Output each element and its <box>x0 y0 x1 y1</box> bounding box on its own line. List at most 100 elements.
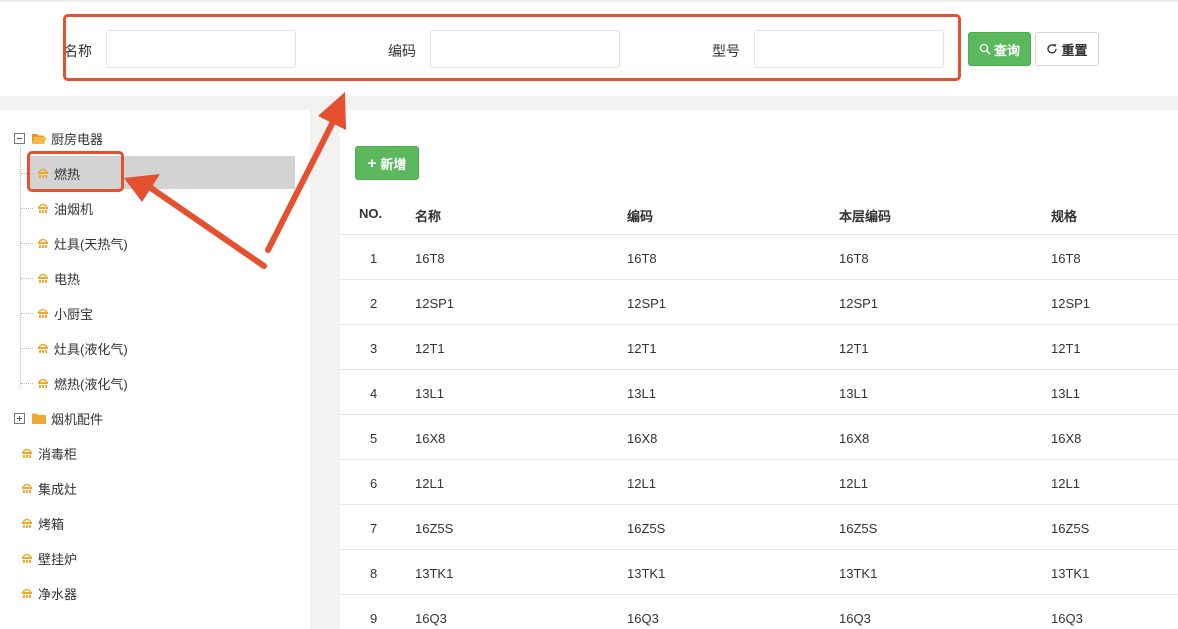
add-label: 新增 <box>380 156 407 172</box>
tree-node-child[interactable]: 油烟机 <box>36 194 93 222</box>
table-row[interactable]: 9 16Q3 16Q3 16Q3 16Q3 <box>340 595 1178 629</box>
tree-item-icon <box>36 342 50 354</box>
tree-item-icon <box>36 377 50 389</box>
cell-layer-code: 13L1 <box>839 386 868 401</box>
table-row[interactable]: 5 16X8 16X8 16X8 16X8 <box>340 415 1178 460</box>
table-row[interactable]: 7 16Z5S 16Z5S 16Z5S 16Z5S <box>340 505 1178 550</box>
tree-node-label: 电热 <box>54 271 81 287</box>
table-row[interactable]: 2 12SP1 12SP1 12SP1 12SP1 <box>340 280 1178 325</box>
cell-code: 12L1 <box>627 476 656 491</box>
cell-no: 1 <box>370 251 378 266</box>
tree-node-child[interactable]: 灶具(液化气) <box>36 334 128 362</box>
cell-spec: 16Q3 <box>1051 611 1083 626</box>
query-label: 查询 <box>993 42 1020 58</box>
tree-node-top[interactable]: 净水器 <box>20 579 77 607</box>
tree-node-child[interactable]: 燃热(液化气) <box>36 369 128 397</box>
tree-node-label: 燃热 <box>54 166 81 182</box>
tree-node-top[interactable]: 集成灶 <box>20 474 77 502</box>
cell-layer-code: 16Q3 <box>839 611 871 626</box>
tree-item-icon <box>36 167 50 179</box>
tree-node-label: 小厨宝 <box>54 306 94 322</box>
collapse-toggle-icon[interactable] <box>14 132 25 144</box>
cell-code: 16T8 <box>627 251 657 266</box>
cell-no: 8 <box>370 566 378 581</box>
cell-name: 16Q3 <box>415 611 447 626</box>
tree-node-label: 油烟机 <box>54 201 94 217</box>
tree-gutter <box>310 110 340 629</box>
cell-layer-code: 12L1 <box>839 476 868 491</box>
tree-node-label: 灶具(液化气) <box>54 341 128 357</box>
tree-guide-tick <box>21 348 33 349</box>
tree-item-icon <box>20 552 34 564</box>
column-header-layer-code: 本层编码 <box>839 209 892 224</box>
cell-name: 13L1 <box>415 386 444 401</box>
tree-item-icon <box>20 447 34 459</box>
tree-node-child[interactable]: 小厨宝 <box>36 299 93 327</box>
tree-guide-tick <box>21 243 33 244</box>
tree-node-kitchen[interactable]: 厨房电器 <box>14 124 103 152</box>
tree-item-icon <box>20 517 34 529</box>
tree-node-label: 烤箱 <box>38 516 65 532</box>
cell-layer-code: 16T8 <box>839 251 869 266</box>
refresh-icon <box>1047 44 1058 54</box>
cell-spec: 12T1 <box>1051 341 1081 356</box>
cell-layer-code: 16X8 <box>839 431 870 446</box>
cell-no: 3 <box>370 341 378 356</box>
reset-label: 重置 <box>1061 42 1088 58</box>
search-icon <box>979 43 991 55</box>
cell-name: 13TK1 <box>415 566 454 581</box>
tree-item-icon <box>20 587 34 599</box>
cell-no: 9 <box>370 611 378 626</box>
tree-node-label: 燃热(液化气) <box>54 376 128 392</box>
code-label: 编码 <box>388 43 416 59</box>
cell-no: 6 <box>370 476 378 491</box>
reset-button[interactable]: 重置 <box>1035 32 1099 66</box>
folder-open-icon <box>32 133 47 144</box>
cell-spec: 16T8 <box>1051 251 1081 266</box>
tree-node-top[interactable]: 烤箱 <box>20 509 64 537</box>
column-header-no: NO. <box>359 206 383 221</box>
cell-no: 2 <box>370 296 378 311</box>
tree-node-top[interactable]: 消毒柜 <box>20 439 77 467</box>
cell-no: 4 <box>370 386 378 401</box>
tree-node-label: 厨房电器 <box>51 131 104 147</box>
tree-node-label: 烟机配件 <box>51 411 104 427</box>
cell-spec: 12L1 <box>1051 476 1080 491</box>
tree-node-child[interactable]: 燃热 <box>36 159 80 187</box>
cell-layer-code: 12SP1 <box>839 296 879 311</box>
cell-spec: 16X8 <box>1051 431 1082 446</box>
tree-guide-tick <box>21 173 33 174</box>
expand-toggle-icon[interactable] <box>14 412 25 424</box>
column-header-spec: 规格 <box>1051 209 1078 224</box>
tree-node-child[interactable]: 电热 <box>36 264 80 292</box>
tree-node-child[interactable]: 灶具(天热气) <box>36 229 128 257</box>
table-row[interactable]: 1 16T8 16T8 16T8 16T8 <box>340 235 1178 280</box>
table-row[interactable]: 3 12T1 12T1 12T1 12T1 <box>340 325 1178 370</box>
table-row[interactable]: 6 12L1 12L1 12L1 12L1 <box>340 460 1178 505</box>
tree-item-icon <box>36 202 50 214</box>
folder-icon <box>32 413 46 424</box>
tree-node-label: 集成灶 <box>38 481 78 497</box>
cell-name: 12L1 <box>415 476 444 491</box>
code-input[interactable] <box>430 30 620 68</box>
tree-node-top[interactable]: 壁挂炉 <box>20 544 77 572</box>
name-input[interactable] <box>106 30 296 68</box>
tree-item-icon <box>20 482 34 494</box>
name-label: 名称 <box>64 43 92 59</box>
cell-code: 12SP1 <box>627 296 667 311</box>
model-input[interactable] <box>754 30 944 68</box>
column-header-code: 编码 <box>627 209 654 224</box>
plus-icon: + <box>367 154 377 172</box>
cell-layer-code: 13TK1 <box>839 566 878 581</box>
tree-guide-tick <box>21 313 33 314</box>
cell-code: 13L1 <box>627 386 656 401</box>
table-row[interactable]: 8 13TK1 13TK1 13TK1 13TK1 <box>340 550 1178 595</box>
tree-node-label: 净水器 <box>38 586 78 602</box>
model-label: 型号 <box>712 43 740 59</box>
cell-layer-code: 16Z5S <box>839 521 878 536</box>
query-button[interactable]: 查询 <box>968 32 1031 66</box>
table-row[interactable]: 4 13L1 13L1 13L1 13L1 <box>340 370 1178 415</box>
tree-node-hood-parts[interactable]: 烟机配件 <box>14 404 103 432</box>
tree-node-label: 消毒柜 <box>38 446 78 462</box>
add-button[interactable]: + 新增 <box>355 146 419 180</box>
